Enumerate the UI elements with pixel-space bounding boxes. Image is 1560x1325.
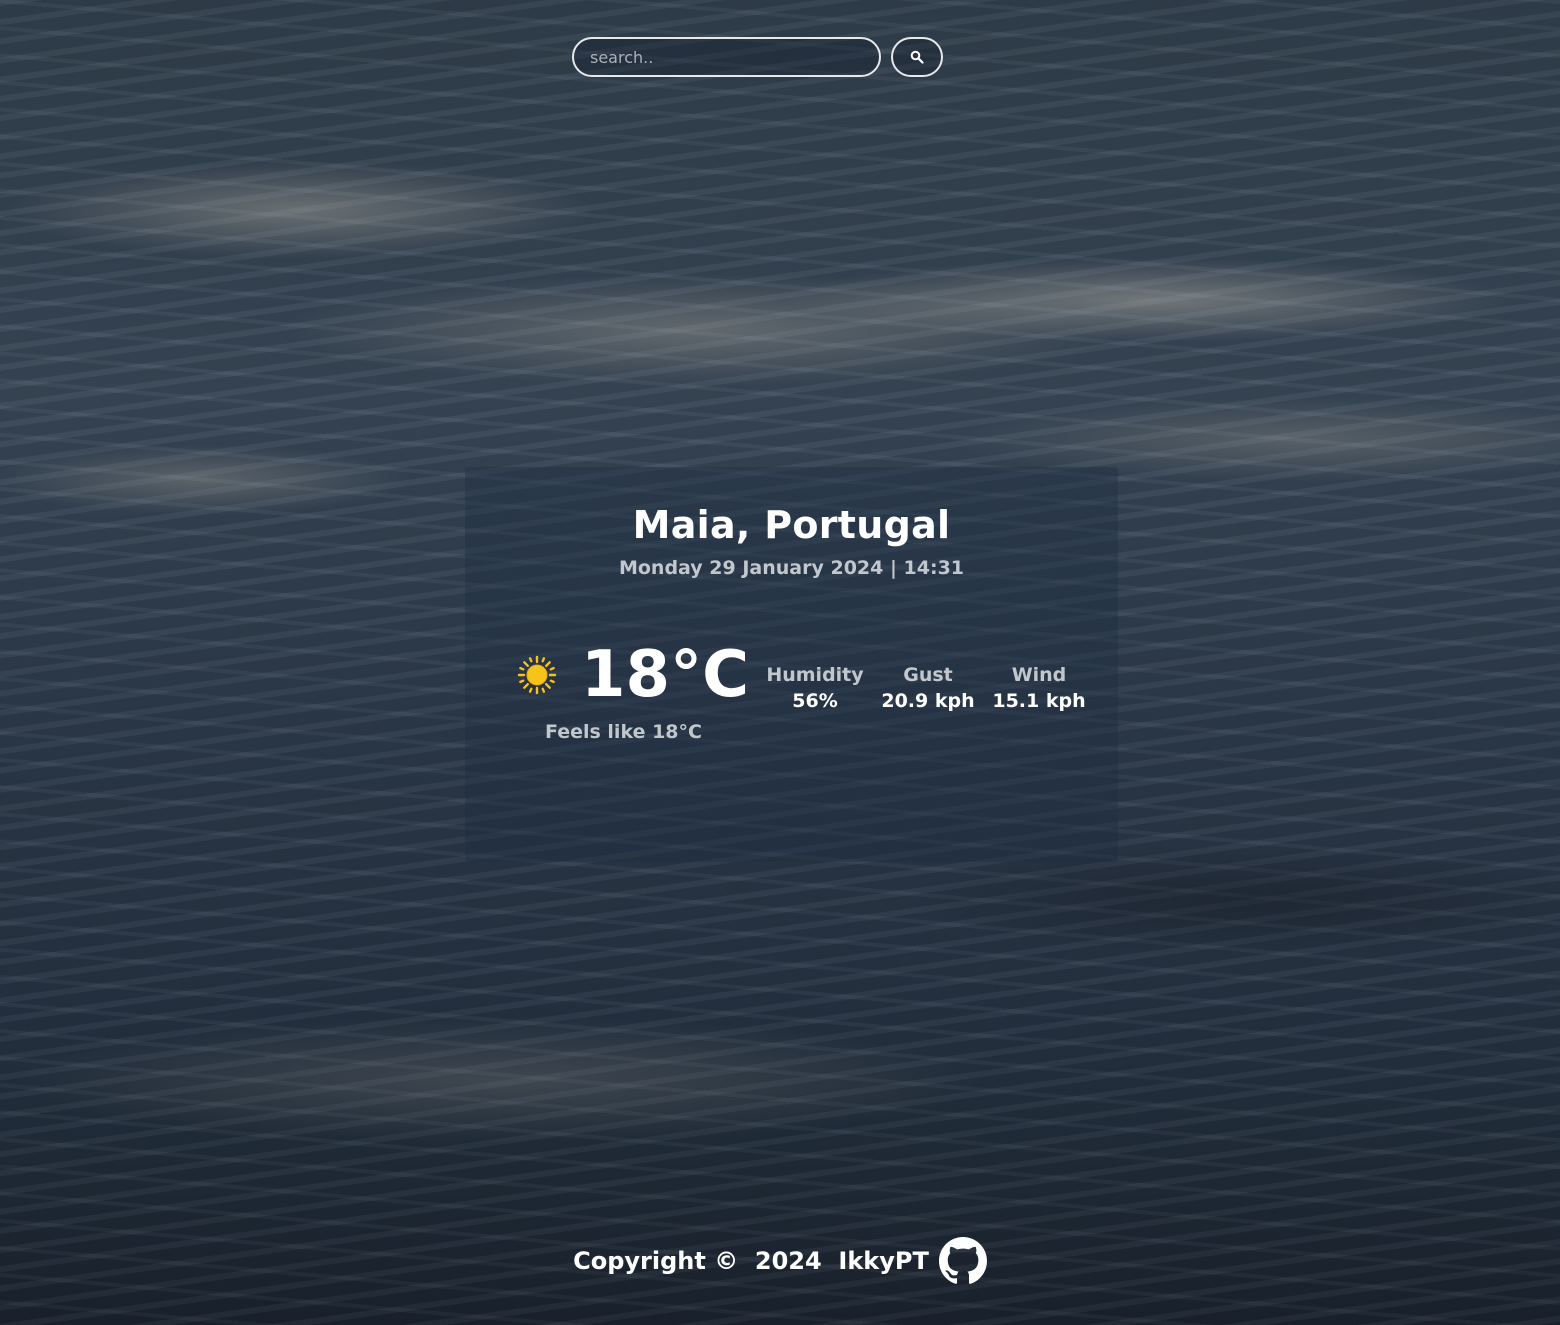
github-icon: [938, 1237, 987, 1284]
location-title: Maia, Portugal: [632, 503, 951, 547]
weather-card: Maia, Portugal Monday 29 January 2024 | …: [465, 467, 1118, 862]
stat-label: Humidity: [766, 664, 864, 686]
search-input[interactable]: [572, 37, 881, 77]
stat-wind: Wind 15.1 kph: [988, 664, 1090, 712]
stat-value: 15.1 kph: [992, 690, 1086, 712]
temperature: 18°C: [581, 638, 750, 712]
weather-app: { "search": { "placeholder": "search..",…: [0, 0, 1560, 1325]
stat-value: 20.9 kph: [881, 690, 975, 712]
copyright-text: Copyright © 2024 IkkyPT: [573, 1247, 929, 1275]
stat-label: Gust: [903, 664, 953, 686]
search-button[interactable]: [891, 37, 943, 77]
stat-gust: Gust 20.9 kph: [878, 664, 978, 712]
stat-label: Wind: [1011, 664, 1067, 686]
footer: Copyright © 2024 IkkyPT: [0, 1236, 1560, 1286]
date-time: Monday 29 January 2024 | 14:31: [618, 557, 965, 579]
stat-humidity: Humidity 56%: [762, 664, 868, 712]
github-link[interactable]: [938, 1237, 987, 1285]
search-icon: [910, 50, 924, 64]
stat-value: 56%: [792, 690, 838, 712]
feels-like: Feels like 18°C: [545, 721, 702, 743]
sun-icon: [517, 655, 557, 695]
search-bar: [572, 37, 943, 77]
